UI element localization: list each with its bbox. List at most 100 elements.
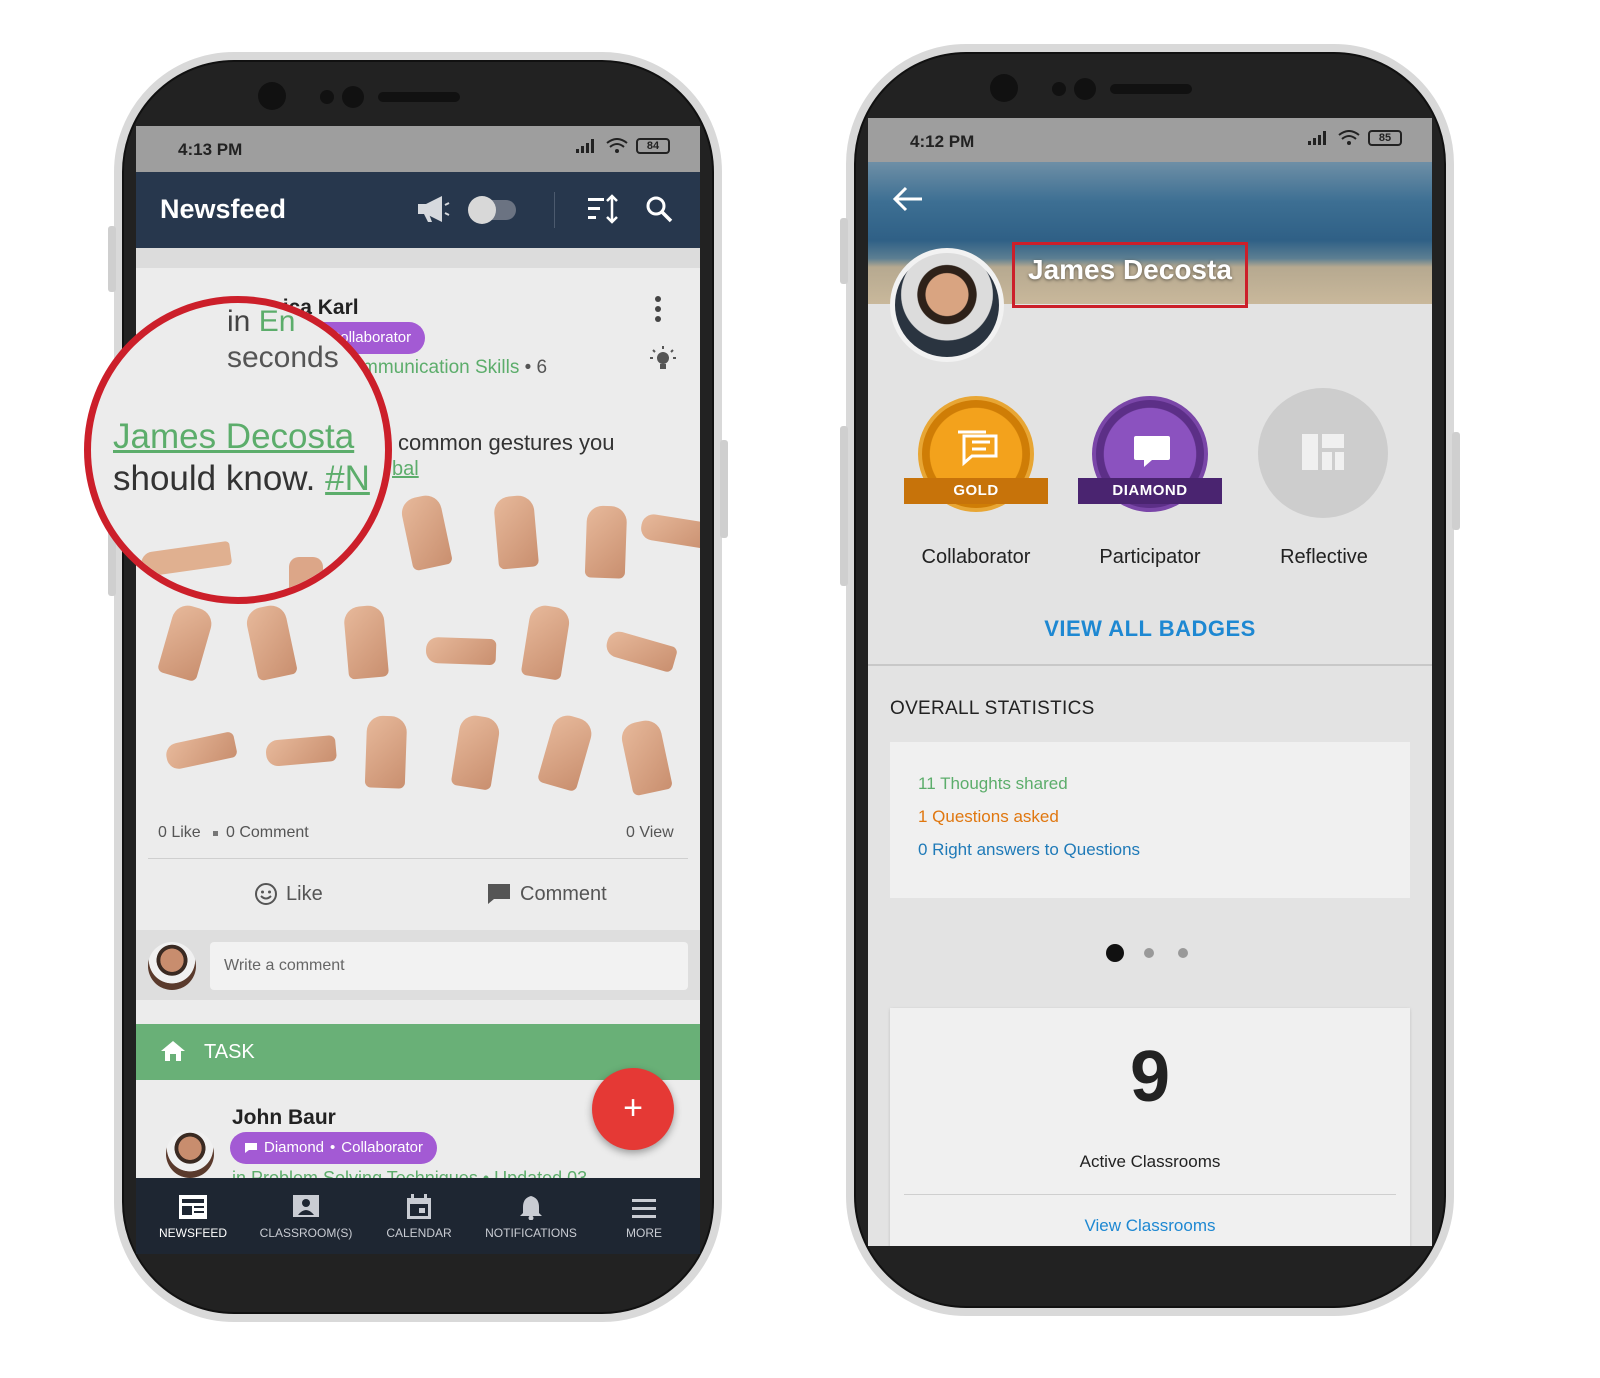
profile-name: James Decosta (1028, 254, 1232, 285)
post2-badge: Diamond • Collaborator (230, 1132, 438, 1164)
nav-calendar[interactable]: CALENDAR (364, 1194, 474, 1240)
sort-icon[interactable] (586, 194, 620, 224)
wifi-icon (606, 138, 628, 153)
gesture-thumbnail (450, 713, 502, 791)
left-sensor-2 (342, 86, 364, 108)
comment-input[interactable]: Write a comment (210, 942, 688, 990)
comment-bar: Write a comment (136, 930, 700, 1000)
pager-dot[interactable] (1178, 948, 1188, 958)
view-all-badges-link[interactable]: VIEW ALL BADGES (868, 616, 1432, 642)
toggle-switch[interactable] (468, 196, 516, 224)
bell-icon (520, 1196, 542, 1220)
search-icon[interactable] (644, 194, 674, 224)
gesture-thumbnail (520, 603, 572, 681)
badge-participator[interactable]: DIAMOND Participator (1078, 394, 1222, 574)
home-icon (161, 1041, 185, 1061)
nav-newsfeed[interactable]: NEWSFEED (138, 1194, 248, 1240)
feed-gap (136, 248, 700, 268)
view-count[interactable]: 0 View (626, 824, 674, 842)
right-sensor-1 (1052, 82, 1066, 96)
comment-icon (488, 884, 510, 904)
callout-mention[interactable]: James Decosta (113, 417, 354, 457)
stats-card: 11 Thoughts shared 1 Questions asked 0 R… (890, 742, 1410, 898)
comment-count[interactable]: 0 Comment (226, 824, 309, 842)
post-category[interactable]: mmunication Skills (362, 357, 519, 378)
nav-notifications[interactable]: NOTIFICATIONS (476, 1194, 586, 1240)
gesture-thumbnail (492, 494, 540, 570)
back-arrow-icon[interactable] (892, 184, 924, 214)
status-time: 4:12 PM (910, 132, 975, 151)
stat-answers: 0 Right answers to Questions (918, 840, 1141, 859)
pager-dot-active[interactable] (1106, 944, 1124, 962)
post2-badge-role: Collaborator (341, 1139, 424, 1156)
magnifier-callout: in En seconds James Decosta should know.… (84, 296, 392, 604)
callout-text: should know. (113, 459, 316, 498)
comment-placeholder: Write a comment (224, 957, 345, 974)
callout-text-line2: should know. #N (113, 459, 370, 499)
add-post-button[interactable]: + (592, 1068, 674, 1150)
callout-hashtag[interactable]: #N (325, 459, 370, 498)
post2-badge-sep: • (330, 1139, 336, 1156)
badge-ribbon-gold: GOLD (904, 478, 1048, 504)
status-icons: 84 (576, 138, 670, 154)
speech-bubble-icon (1134, 436, 1170, 467)
pager-dot[interactable] (1144, 948, 1154, 958)
dashboard-grid-icon (1302, 434, 1344, 470)
status-bar: 4:13 PM 84 (136, 126, 700, 172)
right-speaker (1110, 84, 1192, 94)
badge-reflective[interactable]: Reflective (1252, 388, 1396, 574)
post-divider (148, 858, 688, 859)
gesture-thumbnail (584, 505, 628, 579)
gesture-thumbnail (342, 604, 390, 680)
gesture-thumbnail (603, 628, 679, 674)
status-time: 4:13 PM (178, 140, 243, 159)
right-camera (990, 74, 1018, 102)
lightbulb-icon[interactable] (648, 344, 678, 374)
section-divider (868, 664, 1432, 666)
right-screen: 4:12 PM 85 James Decosta GOLD Collaborat… (868, 118, 1432, 1246)
nav-more[interactable]: MORE (589, 1196, 699, 1240)
megaphone-icon[interactable] (416, 194, 450, 224)
gesture-thumbnail (164, 731, 238, 771)
callout-in: in (227, 305, 251, 338)
badge-collaborator[interactable]: GOLD Collaborator (904, 394, 1048, 574)
classrooms-card: 9 Active Classrooms View Classrooms (890, 1008, 1410, 1246)
comment-button[interactable]: Comment (486, 882, 607, 906)
right-power-button (1452, 432, 1460, 530)
callout-in-target: En (258, 305, 296, 338)
left-side-button (108, 226, 116, 292)
profile-avatar[interactable] (890, 248, 1004, 362)
stat-dot (213, 831, 218, 836)
post-text-visible: common gestures you (398, 430, 615, 455)
classrooms-count: 9 (1129, 1037, 1171, 1117)
callout-time: seconds (227, 341, 339, 374)
gesture-thumbnail (398, 492, 454, 572)
callout-hand-1 (139, 540, 233, 578)
comment-label: Comment (520, 882, 607, 905)
gesture-thumbnail (243, 602, 299, 682)
bottom-nav: NEWSFEED CLASSROOM(S) CALENDAR NOTIFICAT… (136, 1178, 700, 1254)
view-classrooms-link[interactable]: View Classrooms (890, 1216, 1410, 1236)
post2-avatar[interactable] (166, 1130, 214, 1178)
more-vertical-icon[interactable] (652, 294, 664, 324)
badge-name: Collaborator (921, 546, 1031, 568)
right-sensor-2 (1074, 78, 1096, 100)
badge-name: Reflective (1280, 546, 1368, 568)
post-time-suffix: • 6 (524, 357, 548, 378)
classrooms-divider (904, 1194, 1396, 1195)
status-icons: 85 (1308, 130, 1402, 146)
post2-author[interactable]: John Baur (232, 1106, 336, 1130)
like-button[interactable]: Like (254, 882, 323, 906)
like-count[interactable]: 0 Like (158, 824, 201, 842)
gesture-thumbnail (265, 734, 337, 768)
nav-classrooms[interactable]: CLASSROOM(S) (251, 1194, 361, 1240)
gesture-thumbnail (425, 636, 497, 666)
left-power-button (720, 440, 728, 538)
callout-hand-2 (289, 557, 323, 597)
classroom-icon (293, 1195, 319, 1217)
badge-level: DIAMOND (1112, 482, 1188, 499)
post-hashtag-tail[interactable]: bal (392, 458, 419, 481)
user-avatar[interactable] (148, 942, 196, 990)
wifi-icon (1338, 130, 1360, 145)
stat-thoughts: 11 Thoughts shared (918, 774, 1068, 793)
